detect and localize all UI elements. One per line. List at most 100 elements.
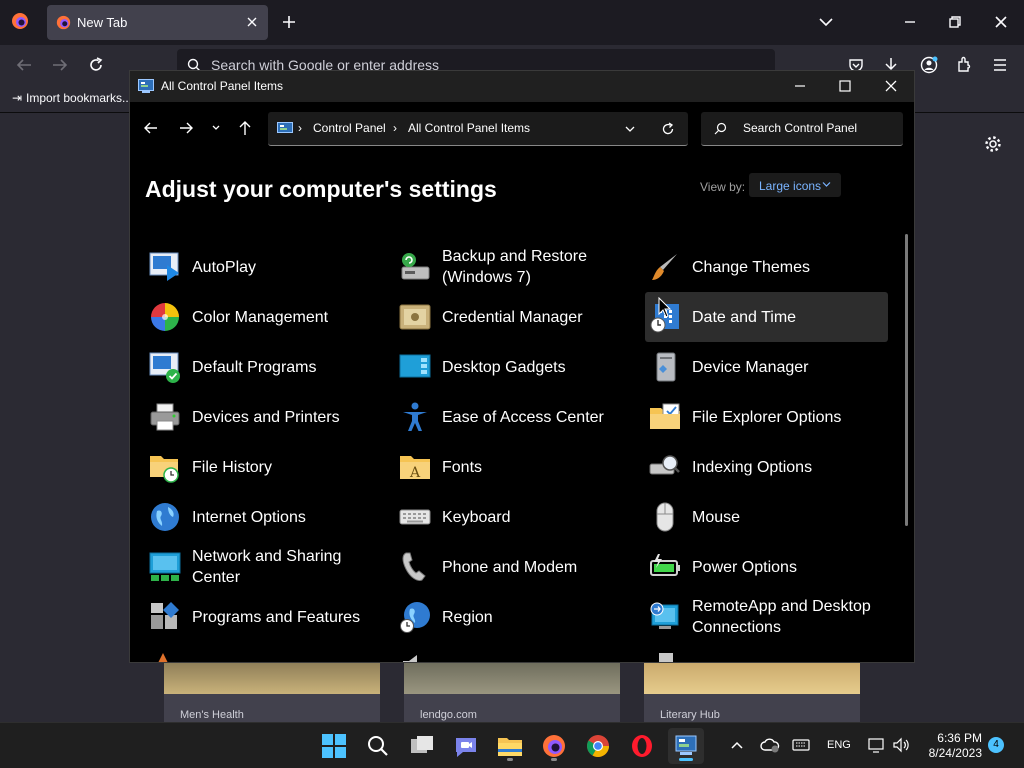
item-network-sharing[interactable]: Network and Sharing Center	[145, 542, 388, 592]
window-title: All Control Panel Items	[161, 79, 284, 93]
gadgets-icon	[399, 351, 431, 383]
address-dropdown-chevron-icon[interactable]	[625, 125, 635, 133]
partial-item-icon	[399, 651, 427, 662]
firefox-logo-icon[interactable]	[11, 12, 29, 30]
item-autoplay[interactable]: AutoPlay	[145, 242, 388, 292]
item-label: File History	[192, 458, 273, 476]
vertical-scrollbar[interactable]	[905, 234, 908, 526]
item-color-management[interactable]: Color Management	[145, 292, 388, 342]
opera-icon[interactable]	[624, 728, 660, 764]
file-explorer-icon[interactable]	[492, 728, 528, 764]
search-control-panel-input[interactable]: Search Control Panel	[701, 112, 903, 146]
partial-item-icon	[657, 651, 675, 662]
item-programs-features[interactable]: Programs and Features	[145, 592, 388, 642]
address-bar[interactable]: › Control Panel › All Control Panel Item…	[268, 112, 688, 146]
item-ease-of-access[interactable]: Ease of Access Center	[395, 392, 638, 442]
item-label: Keyboard	[442, 508, 511, 526]
maximize-icon[interactable]	[838, 79, 852, 93]
close-icon[interactable]	[884, 79, 898, 93]
item-phone-modem[interactable]: Phone and Modem	[395, 542, 638, 592]
close-tab-icon[interactable]	[245, 15, 259, 29]
tab-new-tab[interactable]: New Tab	[47, 5, 268, 40]
item-default-programs[interactable]: Default Programs	[145, 342, 388, 392]
account-icon[interactable]	[920, 56, 938, 74]
top-site-tile[interactable]: lendgo.com	[404, 660, 620, 722]
back-arrow-icon[interactable]	[143, 121, 159, 135]
folder-options-icon	[649, 401, 681, 433]
taskbar-search-icon[interactable]	[360, 728, 396, 764]
teams-chat-icon[interactable]	[448, 728, 484, 764]
item-power-options[interactable]: Power Options	[645, 542, 888, 592]
breadcrumb-separator: ›	[393, 121, 397, 135]
chrome-icon[interactable]	[580, 728, 616, 764]
view-by-value: Large icons	[759, 179, 822, 193]
refresh-icon[interactable]	[661, 122, 675, 136]
item-date-and-time[interactable]: Date and Time	[645, 292, 888, 342]
chevron-down-icon	[822, 181, 831, 188]
item-device-manager[interactable]: Device Manager	[645, 342, 888, 392]
close-browser-icon[interactable]	[993, 14, 1009, 30]
input-language-indicator[interactable]: ENG	[827, 739, 851, 751]
top-site-tile[interactable]: Men's Health	[164, 660, 380, 722]
back-arrow-icon[interactable]	[15, 57, 33, 73]
clock-date[interactable]: 8/24/2023	[916, 746, 982, 760]
clock-time[interactable]: 6:36 PM	[928, 731, 982, 745]
restore-browser-icon[interactable]	[947, 14, 963, 30]
item-label: Fonts	[442, 458, 483, 476]
item-desktop-gadgets[interactable]: Desktop Gadgets	[395, 342, 638, 392]
forward-arrow-icon[interactable]	[51, 57, 69, 73]
volume-icon[interactable]	[892, 737, 910, 753]
item-keyboard[interactable]: Keyboard	[395, 492, 638, 542]
item-internet-options[interactable]: Internet Options	[145, 492, 388, 542]
tile-caption: lendgo.com	[420, 709, 477, 721]
list-tabs-chevron-icon[interactable]	[818, 15, 834, 29]
recent-locations-chevron-icon[interactable]	[211, 124, 221, 132]
top-site-tile[interactable]: Literary Hub	[644, 660, 860, 722]
window-titlebar[interactable]: All Control Panel Items	[130, 71, 914, 102]
programs-icon	[149, 601, 181, 633]
item-file-history[interactable]: File History	[145, 442, 388, 492]
item-region[interactable]: Region	[395, 592, 638, 642]
minimize-browser-icon[interactable]	[902, 14, 918, 30]
show-hidden-icons-chevron-icon[interactable]	[730, 739, 744, 751]
gear-icon[interactable]	[984, 135, 1002, 153]
printer-icon	[149, 401, 181, 433]
control-panel-icon	[138, 79, 154, 93]
navigation-bar: › Control Panel › All Control Panel Item…	[130, 102, 914, 154]
item-remoteapp[interactable]: RemoteApp and Desktop Connections	[645, 592, 888, 642]
item-devices-and-printers[interactable]: Devices and Printers	[145, 392, 388, 442]
item-indexing-options[interactable]: Indexing Options	[645, 442, 888, 492]
item-fonts[interactable]: A Fonts	[395, 442, 638, 492]
breadcrumb-control-panel[interactable]: Control Panel	[313, 121, 386, 135]
device-manager-icon	[649, 351, 681, 383]
forward-arrow-icon[interactable]	[178, 121, 194, 135]
up-arrow-icon[interactable]	[238, 120, 252, 136]
view-by-dropdown[interactable]: Large icons	[749, 173, 841, 197]
item-mouse[interactable]: Mouse	[645, 492, 888, 542]
breadcrumb-all-items[interactable]: All Control Panel Items	[408, 121, 530, 135]
minimize-icon[interactable]	[793, 79, 807, 93]
firefox-taskbar-icon[interactable]	[536, 728, 572, 764]
item-file-explorer-options[interactable]: File Explorer Options	[645, 392, 888, 442]
reload-icon[interactable]	[87, 56, 105, 74]
new-tab-icon[interactable]	[281, 14, 297, 30]
extensions-icon[interactable]	[956, 56, 973, 74]
task-view-icon[interactable]	[404, 728, 440, 764]
notification-count-badge[interactable]: 4	[988, 737, 1004, 753]
onedrive-icon[interactable]	[760, 737, 780, 753]
breadcrumb-separator: ›	[298, 121, 302, 135]
item-change-themes[interactable]: Change Themes	[645, 242, 888, 292]
running-indicator	[551, 758, 557, 761]
item-label: File Explorer Options	[692, 408, 842, 426]
remote-desktop-icon	[649, 601, 681, 633]
control-panel-taskbar-icon[interactable]	[668, 728, 704, 764]
touch-keyboard-icon[interactable]	[792, 739, 810, 751]
import-bookmarks-link[interactable]: ⇥ Import bookmarks...	[12, 91, 132, 105]
keyboard-icon	[399, 501, 431, 533]
item-credential-manager[interactable]: Credential Manager	[395, 292, 638, 342]
start-button[interactable]	[316, 728, 352, 764]
network-status-icon[interactable]	[868, 737, 886, 753]
item-backup-restore[interactable]: Backup and Restore (Windows 7)	[395, 242, 638, 292]
firefox-tab-icon	[56, 15, 71, 30]
hamburger-menu-icon[interactable]	[992, 58, 1008, 72]
